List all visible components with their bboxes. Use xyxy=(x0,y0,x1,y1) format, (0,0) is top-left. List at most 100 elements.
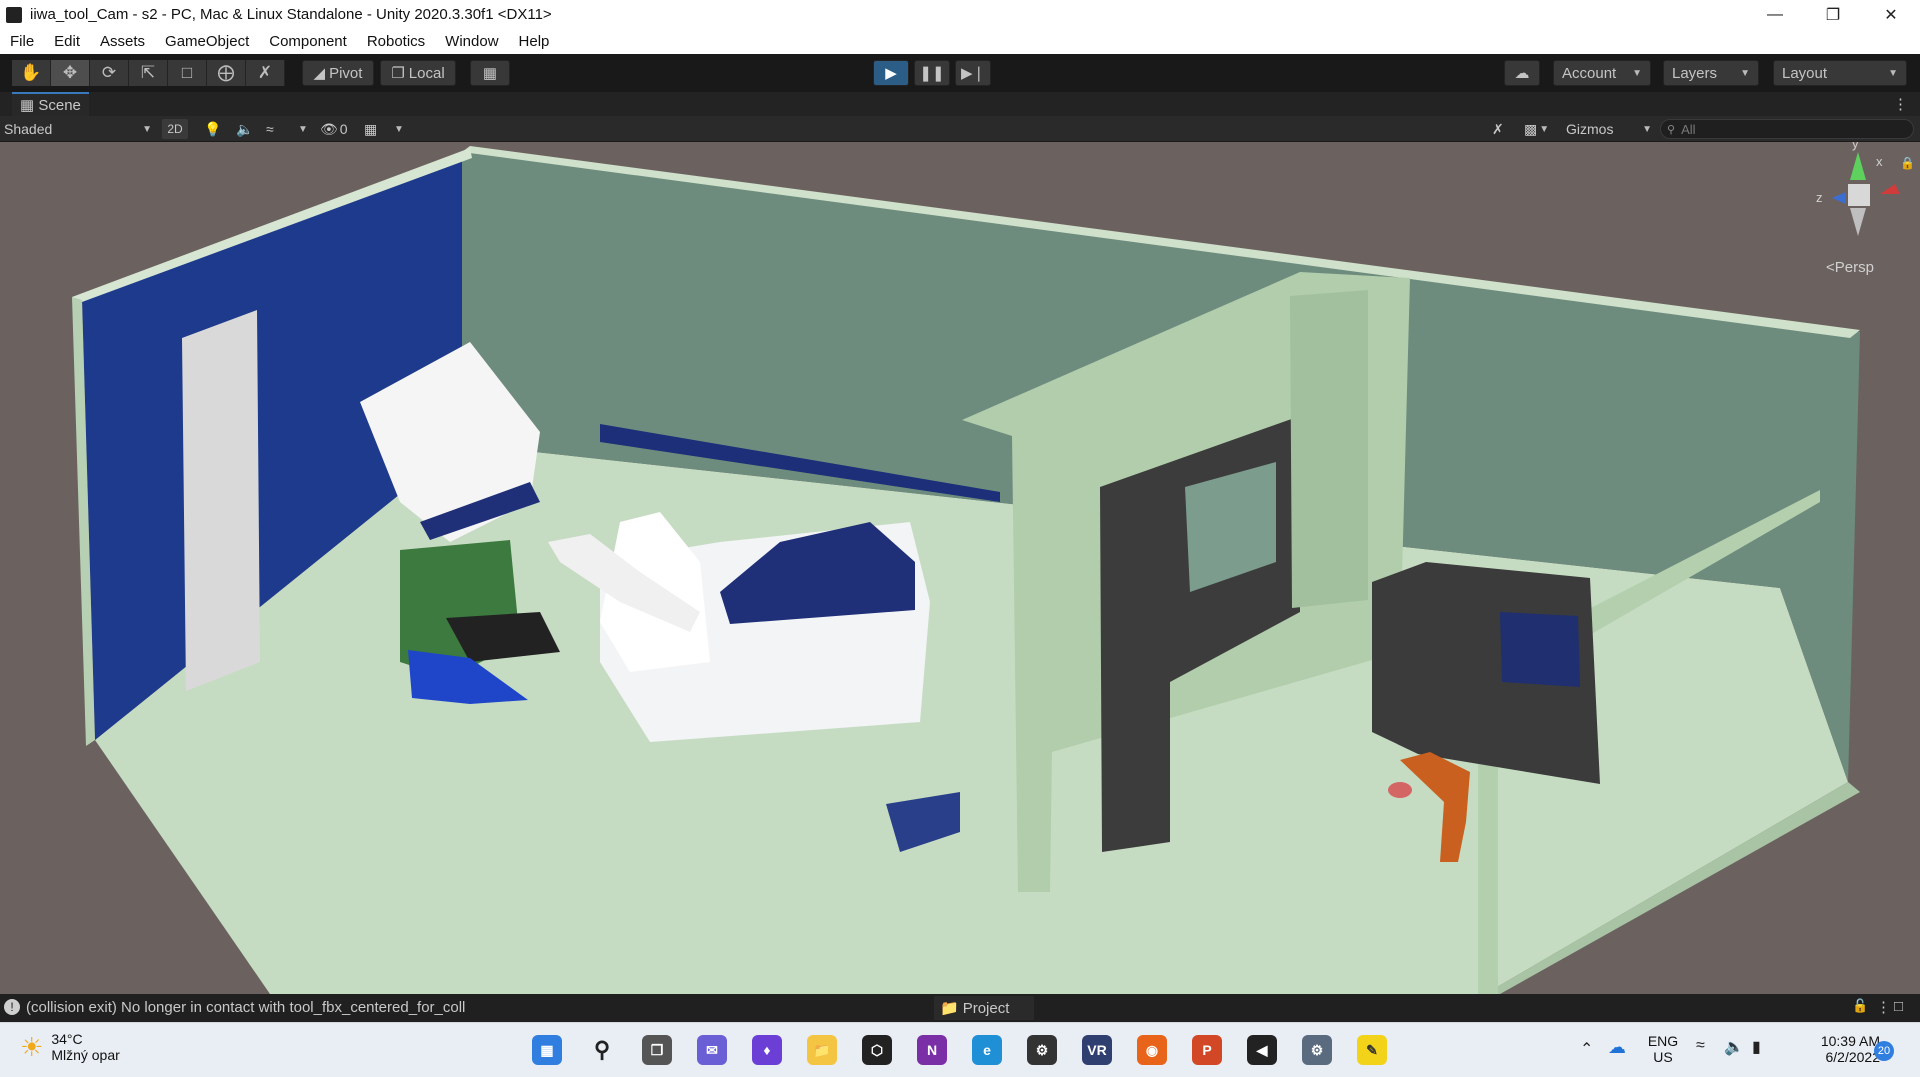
menu-file[interactable]: File xyxy=(0,33,44,50)
scene-tab-bar: ▦ Scene ⋮ xyxy=(0,92,1920,116)
search-icon: ⚲ xyxy=(1667,123,1676,136)
grid-dropdown-icon[interactable]: ▼ xyxy=(394,119,404,139)
cabinet-screen xyxy=(1500,612,1580,687)
cloud-button[interactable]: ☁ xyxy=(1504,60,1540,86)
unity-hub-icon[interactable]: ⬡ xyxy=(862,1035,892,1065)
status-message[interactable]: (collision exit) No longer in contact wi… xyxy=(26,999,465,1016)
transform-tool-icon[interactable]: ⨁ xyxy=(207,60,246,86)
firefox-icon[interactable]: ◉ xyxy=(1137,1035,1167,1065)
vr-icon[interactable]: VR xyxy=(1082,1035,1112,1065)
onenote-icon[interactable]: N xyxy=(917,1035,947,1065)
minimize-button[interactable]: — xyxy=(1746,0,1804,29)
sticky-notes-icon[interactable]: ✎ xyxy=(1357,1035,1387,1065)
close-button[interactable]: ✕ xyxy=(1862,0,1920,29)
move-tool-icon[interactable]: ✥ xyxy=(51,60,90,86)
maximize-panel-icon[interactable]: □ xyxy=(1894,998,1903,1015)
gizmos-dropdown[interactable]: Gizmos ▼ xyxy=(1566,119,1652,139)
window-titlebar: iiwa_tool_Cam - s2 - PC, Mac & Linux Sta… xyxy=(0,0,1920,29)
lock-icon[interactable]: 🔒 xyxy=(1900,156,1915,170)
chevron-down-icon: ▼ xyxy=(142,123,152,135)
unity-editor-icon[interactable]: ◀ xyxy=(1247,1035,1277,1065)
pause-icon: ❚❚ xyxy=(919,65,945,82)
layers-label: Layers xyxy=(1672,64,1718,82)
weather-widget[interactable]: ☀ 34°C Mlžný opar xyxy=(20,1031,120,1063)
file-explorer-icon[interactable]: 📁 xyxy=(807,1035,837,1065)
local-icon: ❐ xyxy=(391,65,405,82)
start-icon[interactable]: ▦ xyxy=(532,1035,562,1065)
grid-snap-button[interactable]: ▦ xyxy=(470,60,510,86)
language-indicator[interactable]: ENG US xyxy=(1644,1033,1682,1065)
search-icon[interactable]: ⚲ xyxy=(587,1035,617,1065)
lighting-toggle-icon[interactable]: 💡 xyxy=(204,119,221,139)
tab-scene[interactable]: ▦ Scene xyxy=(12,92,89,116)
chevron-up-icon[interactable]: ⌃ xyxy=(1580,1039,1593,1059)
settings-icon[interactable]: ⚙ xyxy=(1302,1035,1332,1065)
custom-tool-icon[interactable]: ✗ xyxy=(246,60,285,86)
clock[interactable]: 10:39 AM 6/2/2022 xyxy=(1790,1033,1880,1065)
wifi-icon[interactable]: ≈ xyxy=(1696,1037,1705,1055)
2d-label: 2D xyxy=(167,122,183,136)
chevron-down-icon: ▼ xyxy=(1740,67,1750,79)
2d-toggle[interactable]: 2D xyxy=(162,119,188,139)
edge-icon[interactable]: e xyxy=(972,1035,1002,1065)
audio-toggle-icon[interactable]: 🔈 xyxy=(236,119,253,139)
lock-icon[interactable]: 🔓 xyxy=(1852,998,1868,1014)
restore-button[interactable]: ❐ xyxy=(1804,0,1862,29)
volume-icon[interactable]: 🔈 xyxy=(1724,1037,1744,1057)
camera-icon[interactable]: ▩ ▼ xyxy=(1524,119,1549,139)
menu-gameobject[interactable]: GameObject xyxy=(155,33,259,50)
weather-temp: 34°C xyxy=(51,1031,83,1047)
hand-tool-icon[interactable]: ✋ xyxy=(12,60,51,86)
steam-icon[interactable]: ⚙ xyxy=(1027,1035,1057,1065)
task-view-icon[interactable]: ❐ xyxy=(642,1035,672,1065)
layers-dropdown[interactable]: Layers ▼ xyxy=(1663,60,1759,86)
effects-dropdown-icon[interactable]: ▼ xyxy=(298,119,308,139)
play-button[interactable]: ▶ xyxy=(873,60,909,86)
more-options-icon[interactable]: ⋮ xyxy=(1893,95,1908,113)
onedrive-icon[interactable]: ☁ xyxy=(1608,1037,1626,1058)
gizmo-z-axis xyxy=(1832,192,1846,204)
menu-edit[interactable]: Edit xyxy=(44,33,90,50)
local-label: Local xyxy=(408,64,445,82)
tools-icon[interactable]: ✗ xyxy=(1492,119,1504,139)
local-toggle[interactable]: ❐ Local xyxy=(380,60,456,86)
shading-mode-dropdown[interactable]: Shaded ▼ xyxy=(4,119,152,139)
hidden-objects-toggle[interactable]: 👁 0 xyxy=(320,119,348,139)
orientation-gizmo[interactable] xyxy=(1832,152,1900,236)
obsidian-icon[interactable]: ♦ xyxy=(752,1035,782,1065)
persp-toggle[interactable]: <Persp xyxy=(1826,259,1874,276)
step-button[interactable]: ▶❘ xyxy=(955,60,991,86)
menu-component[interactable]: Component xyxy=(259,33,357,50)
gizmos-label: Gizmos xyxy=(1566,121,1614,137)
account-dropdown[interactable]: Account ▼ xyxy=(1553,60,1651,86)
menu-help[interactable]: Help xyxy=(509,33,560,50)
account-label: Account xyxy=(1562,64,1617,82)
transform-tools: ✋ ✥ ⟳ ⇱ □ ⨁ ✗ xyxy=(12,60,285,86)
info-icon: ! xyxy=(4,999,20,1015)
play-icon: ▶ xyxy=(885,65,897,82)
grid-visibility-icon[interactable]: ▦ xyxy=(364,119,377,139)
clock-time: 10:39 AM xyxy=(1820,1033,1880,1049)
battery-icon[interactable]: ▮ xyxy=(1752,1037,1761,1057)
chat-icon[interactable]: ✉ xyxy=(697,1035,727,1065)
chevron-down-icon: ▼ xyxy=(1632,67,1642,79)
notification-badge[interactable]: 20 xyxy=(1874,1041,1894,1061)
scene-search-input[interactable]: ⚲ All xyxy=(1660,119,1914,139)
step-icon: ▶❘ xyxy=(960,65,986,82)
menu-robotics[interactable]: Robotics xyxy=(357,33,435,50)
effects-toggle-icon[interactable]: ≈ xyxy=(266,119,274,139)
rect-tool-icon[interactable]: □ xyxy=(168,60,207,86)
layout-dropdown[interactable]: Layout ▼ xyxy=(1773,60,1907,86)
menu-assets[interactable]: Assets xyxy=(90,33,155,50)
menu-window[interactable]: Window xyxy=(435,33,508,50)
persp-label: Persp xyxy=(1834,259,1874,276)
scene-viewport[interactable]: y x z 🔒 <Persp xyxy=(0,142,1920,994)
rotate-tool-icon[interactable]: ⟳ xyxy=(90,60,129,86)
more-options-icon[interactable]: ⋮ xyxy=(1876,998,1891,1016)
pause-button[interactable]: ❚❚ xyxy=(914,60,950,86)
pivot-toggle[interactable]: ◢ Pivot xyxy=(302,60,374,86)
unity-app-icon xyxy=(6,6,22,23)
tab-project[interactable]: 📁 Project xyxy=(934,996,1034,1020)
powerpoint-icon[interactable]: P xyxy=(1192,1035,1222,1065)
scale-tool-icon[interactable]: ⇱ xyxy=(129,60,168,86)
